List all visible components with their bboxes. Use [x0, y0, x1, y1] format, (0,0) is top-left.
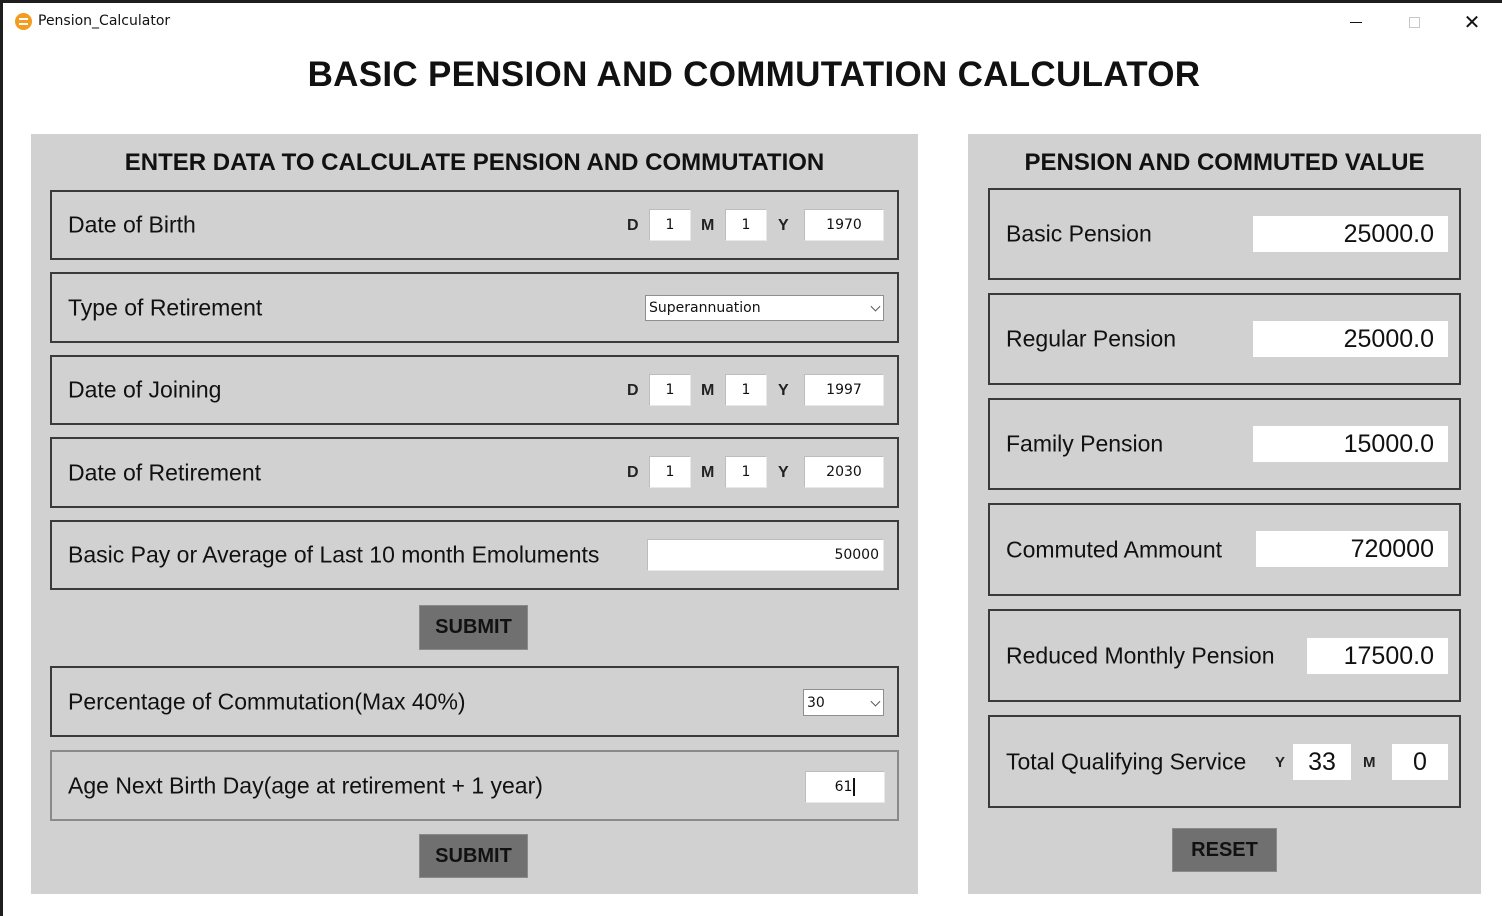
dob-year-input[interactable]: 1970	[804, 209, 884, 241]
months-label: M	[1363, 754, 1376, 771]
close-button[interactable]: ✕	[1449, 7, 1495, 37]
basic-pay-row: Basic Pay or Average of Last 10 month Em…	[50, 520, 899, 590]
dor-month-input[interactable]: 1	[725, 456, 767, 488]
dob-month-input[interactable]: 1	[725, 209, 767, 241]
dob-day-input[interactable]: 1	[649, 209, 691, 241]
basic-pension-label: Basic Pension	[1006, 220, 1152, 247]
age-next-birthday-row: Age Next Birth Day(age at retirement + 1…	[50, 750, 899, 821]
title-bar[interactable]: Pension_Calculator ✕	[3, 3, 1502, 41]
doj-year-input[interactable]: 1997	[804, 374, 884, 406]
minimize-icon	[1350, 21, 1362, 23]
retirement-type-row: Type of Retirement Superannuation	[50, 272, 899, 343]
app-icon	[15, 13, 32, 30]
basic-pay-input[interactable]: 50000	[647, 539, 884, 571]
output-panel-heading: PENSION AND COMMUTED VALUE	[1024, 149, 1425, 176]
commuted-amount-output: 720000	[1256, 531, 1448, 567]
date-of-retirement-row: Date of Retirement D 1 M 1 Y 2030	[50, 437, 899, 508]
text-cursor	[853, 778, 856, 796]
maximize-button[interactable]	[1391, 7, 1437, 37]
date-of-birth-row: Date of Birth D 1 M 1 Y 1970	[50, 190, 899, 260]
reduced-monthly-pension-output: 17500.0	[1307, 638, 1448, 674]
years-label: Y	[1275, 754, 1286, 771]
chevron-down-icon[interactable]	[870, 696, 881, 707]
date-of-joining-label: Date of Joining	[68, 376, 222, 403]
input-panel: ENTER DATA TO CALCULATE PENSION AND COMM…	[31, 134, 918, 894]
retirement-type-value: Superannuation	[649, 300, 761, 316]
retirement-type-select[interactable]: Superannuation	[645, 295, 884, 321]
age-next-birthday-input[interactable]: 61	[805, 771, 885, 803]
dor-day-input[interactable]: 1	[649, 456, 691, 488]
input-panel-heading: ENTER DATA TO CALCULATE PENSION AND COMM…	[124, 149, 825, 176]
day-label: D	[627, 382, 639, 399]
year-label: Y	[778, 217, 789, 234]
month-label: M	[701, 464, 715, 481]
basic-pension-row: Basic Pension 25000.0	[988, 188, 1461, 280]
service-years-output: 33	[1293, 744, 1351, 780]
regular-pension-row: Regular Pension 25000.0	[988, 293, 1461, 385]
date-of-joining-row: Date of Joining D 1 M 1 Y 1997	[50, 355, 899, 425]
month-label: M	[701, 217, 715, 234]
commutation-percentage-value: 30	[807, 694, 825, 711]
day-label: D	[627, 464, 639, 481]
basic-pay-label: Basic Pay or Average of Last 10 month Em…	[68, 541, 600, 568]
close-icon: ✕	[1463, 10, 1481, 34]
reduced-monthly-pension-label: Reduced Monthly Pension	[1006, 642, 1275, 668]
year-label: Y	[778, 464, 789, 481]
doj-day-input[interactable]: 1	[649, 374, 691, 406]
maximize-icon	[1408, 16, 1420, 28]
month-label: M	[701, 382, 715, 399]
year-label: Y	[778, 382, 789, 399]
commutation-percentage-label: Percentage of Commutation(Max 40%)	[68, 688, 466, 714]
family-pension-label: Family Pension	[1006, 430, 1164, 457]
service-months-output: 0	[1392, 744, 1448, 780]
minimize-button[interactable]	[1333, 7, 1379, 37]
reduced-monthly-pension-row: Reduced Monthly Pension 17500.0	[988, 609, 1461, 702]
commuted-amount-row: Commuted Ammount 720000	[988, 503, 1461, 596]
chevron-down-icon[interactable]	[870, 301, 881, 312]
commutation-percentage-row: Percentage of Commutation(Max 40%) 30	[50, 666, 899, 737]
age-next-birthday-value: 61	[834, 779, 853, 795]
total-qualifying-service-row: Total Qualifying Service Y 33 M 0	[988, 715, 1461, 808]
dor-year-input[interactable]: 2030	[804, 456, 884, 488]
submit-commutation-button[interactable]: SUBMIT	[419, 834, 528, 878]
output-panel: PENSION AND COMMUTED VALUE Basic Pension…	[968, 134, 1481, 894]
doj-month-input[interactable]: 1	[725, 374, 767, 406]
reset-button[interactable]: RESET	[1172, 828, 1277, 872]
total-qualifying-service-label: Total Qualifying Service	[1006, 748, 1247, 774]
family-pension-row: Family Pension 15000.0	[988, 398, 1461, 490]
submit-button[interactable]: SUBMIT	[419, 605, 528, 650]
regular-pension-output: 25000.0	[1253, 321, 1448, 357]
window-title: Pension_Calculator	[38, 13, 171, 29]
family-pension-output: 15000.0	[1253, 426, 1448, 462]
date-of-retirement-label: Date of Retirement	[68, 459, 262, 485]
app-window: Pension_Calculator ✕ BASIC PENSION AND C…	[0, 0, 1502, 916]
date-of-birth-label: Date of Birth	[68, 211, 196, 238]
commuted-amount-label: Commuted Ammount	[1006, 536, 1223, 562]
basic-pension-output: 25000.0	[1253, 216, 1448, 252]
age-next-birthday-label: Age Next Birth Day(age at retirement + 1…	[68, 772, 543, 798]
commutation-percentage-select[interactable]: 30	[803, 689, 884, 716]
day-label: D	[627, 217, 639, 234]
page-title: BASIC PENSION AND COMMUTATION CALCULATOR	[307, 55, 1201, 94]
regular-pension-label: Regular Pension	[1006, 325, 1177, 352]
retirement-type-label: Type of Retirement	[68, 294, 263, 320]
